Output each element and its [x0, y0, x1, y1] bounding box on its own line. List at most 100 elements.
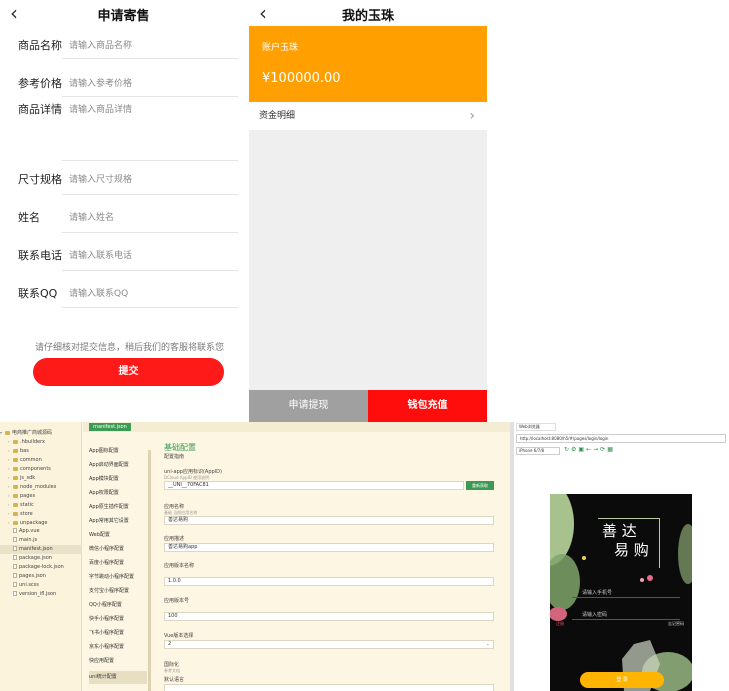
app-desc-input[interactable]: 善达易购app — [164, 543, 494, 552]
folder-icon — [13, 493, 18, 498]
login-button[interactable]: 登 录 — [580, 672, 664, 688]
form-row-name[interactable]: 姓名 请输入姓名 — [0, 208, 247, 228]
reference-price-input[interactable]: 请输入参考价格 — [69, 74, 132, 94]
tree-item[interactable]: › static — [0, 500, 82, 509]
browser-toolbar: ↻⚙▣←→⟳▦ — [564, 446, 615, 453]
wallet-screen: ‹ 我的玉珠 账户玉珠 ¥100000.00 资金明细 › 申请提现 钱包充值 — [249, 0, 487, 422]
default-locale-label: 默认语言 — [164, 677, 185, 683]
withdraw-button[interactable]: 申请提现 — [249, 390, 368, 422]
tree-item[interactable]: › store — [0, 509, 82, 518]
field-label: 参考价格 — [18, 77, 62, 90]
chevron-down-icon: ⌄ — [485, 641, 490, 647]
browser-tab[interactable]: Web浏览器 — [516, 423, 556, 431]
i18n-doc-link[interactable]: 参考文档 — [164, 668, 180, 674]
phone-input[interactable]: 请输入手机号 — [572, 588, 680, 598]
config-nav-item[interactable]: App启动界面配置 — [89, 459, 147, 472]
product-details-textarea[interactable]: 请输入商品详情 — [69, 100, 132, 120]
login-preview: 善 达 易 购 请输入手机号 请输入密码 注册 忘记密码 登 录 — [550, 494, 692, 691]
tree-item[interactable]: › common — [0, 455, 82, 464]
tree-item[interactable]: › .hbuilderx — [0, 437, 82, 446]
qq-input[interactable]: 请输入联系QQ — [69, 284, 128, 304]
vue-version-label: Vue版本选择 — [164, 633, 194, 639]
config-nav-item[interactable]: App模块配置 — [89, 473, 147, 486]
field-label: 尺寸规格 — [18, 173, 62, 186]
config-nav-item[interactable]: 快应用配置 — [89, 655, 147, 668]
address-bar[interactable]: http://localhost:8080/h5/#/pages/login/l… — [516, 434, 726, 443]
phone-input[interactable]: 请输入联系电话 — [69, 246, 132, 266]
config-nav-item[interactable]: Web配置 — [89, 529, 147, 542]
size-spec-input[interactable]: 请输入尺寸规格 — [69, 170, 132, 190]
password-input[interactable]: 请输入密码 — [572, 610, 680, 620]
vue-version-select[interactable]: 2 ⌄ — [164, 640, 494, 649]
forgot-password-link[interactable]: 忘记密码 — [668, 621, 684, 627]
tab-manifest[interactable]: manifest.json — [89, 423, 131, 431]
screenshot-icon[interactable]: ▣ — [578, 446, 586, 453]
config-nav-item[interactable]: App原生插件配置 — [89, 501, 147, 514]
tree-item-selected[interactable]: manifest.json — [0, 545, 82, 554]
product-name-input[interactable]: 请输入商品名称 — [69, 36, 132, 56]
regenerate-appid-button[interactable]: 重新获取 — [466, 481, 494, 490]
ide-window: ▾ 电商推广商城源码 › .hbuilderx › bas › common › comp… — [0, 422, 510, 691]
config-nav-item[interactable]: QQ小程序配置 — [89, 599, 147, 612]
recharge-button[interactable]: 钱包充值 — [368, 390, 487, 422]
divider — [62, 232, 238, 233]
tree-item[interactable]: App.vue — [0, 527, 82, 536]
rotate-icon[interactable]: ↻ — [564, 446, 571, 453]
fund-detail-row[interactable]: 资金明细 › — [249, 102, 487, 130]
device-select[interactable]: iPhone 6/7/8 — [516, 447, 560, 455]
tree-item[interactable]: › unpackage — [0, 518, 82, 527]
web-browser-panel: Web浏览器 http://localhost:8080/h5/#/pages/… — [514, 422, 729, 691]
form-row-phone[interactable]: 联系电话 请输入联系电话 — [0, 246, 247, 266]
chevron-right-icon: › — [469, 108, 475, 124]
devtools-icon[interactable]: ▦ — [607, 446, 615, 453]
form-row-product-details[interactable]: 商品详情 请输入商品详情 — [0, 100, 247, 120]
tree-item[interactable]: › pages — [0, 491, 82, 500]
name-input[interactable]: 请输入姓名 — [69, 208, 114, 228]
file-icon — [13, 537, 17, 542]
tree-item[interactable]: › node_modules — [0, 482, 82, 491]
config-nav-item[interactable]: App权限配置 — [89, 487, 147, 500]
tree-item[interactable]: › bas — [0, 446, 82, 455]
config-nav-item[interactable]: App常用其它设置 — [89, 515, 147, 528]
tree-item[interactable]: package-lock.json — [0, 563, 82, 572]
tree-root[interactable]: ▾ 电商推广商城源码 — [0, 428, 82, 437]
tree-item[interactable]: › js_sdk — [0, 473, 82, 482]
register-link[interactable]: 注册 — [556, 621, 564, 627]
account-balance: ¥100000.00 — [262, 71, 341, 86]
field-label: 联系QQ — [18, 287, 58, 300]
config-nav-item[interactable]: 微信小程序配置 — [89, 543, 147, 556]
divider — [62, 270, 238, 271]
default-locale-select[interactable] — [164, 684, 494, 691]
divider — [62, 160, 238, 161]
config-guide-link[interactable]: 配置指南 — [164, 453, 184, 460]
tree-item[interactable]: uni.scss — [0, 581, 82, 590]
form-row-product-name[interactable]: 商品名称 请输入商品名称 — [0, 36, 247, 56]
config-nav-item[interactable]: 字节跳动小程序配置 — [89, 571, 147, 584]
tree-item[interactable]: › components — [0, 464, 82, 473]
app-name-input[interactable]: 善达易购 — [164, 516, 494, 525]
config-nav-item[interactable]: 百度小程序配置 — [89, 557, 147, 570]
app-name-label: 应用名称 — [164, 504, 185, 510]
version-code-input[interactable]: 100 — [164, 612, 494, 621]
tree-item[interactable]: main.js — [0, 536, 82, 545]
panel-splitter[interactable] — [148, 450, 151, 691]
submit-button[interactable]: 提交 — [33, 358, 224, 386]
config-nav-item-active[interactable]: uni统计配置 — [89, 671, 147, 684]
appid-input[interactable]: __UNI__70FAC81 — [164, 481, 464, 490]
tree-item[interactable]: pages.json — [0, 572, 82, 581]
submit-notice: 请仔细核对提交信息，稍后我们的客服将联系您 — [34, 343, 224, 353]
folder-icon — [13, 439, 18, 444]
form-row-size-spec[interactable]: 尺寸规格 请输入尺寸规格 — [0, 170, 247, 190]
tree-item[interactable]: version_ifl.json — [0, 590, 82, 599]
version-name-input[interactable]: 1.0.0 — [164, 577, 494, 586]
config-nav-item[interactable]: App图标配置 — [89, 445, 147, 458]
i18n-label: 国际化 — [164, 662, 180, 668]
account-label: 账户玉珠 — [262, 43, 299, 53]
config-nav-item[interactable]: 支付宝小程序配置 — [89, 585, 147, 598]
config-nav-item[interactable]: 京东小程序配置 — [89, 641, 147, 654]
tree-item[interactable]: package.json — [0, 554, 82, 563]
form-row-qq[interactable]: 联系QQ 请输入联系QQ — [0, 284, 247, 304]
form-row-reference-price[interactable]: 参考价格 请输入参考价格 — [0, 74, 247, 94]
config-nav-item[interactable]: 快手小程序配置 — [89, 613, 147, 626]
config-nav-item[interactable]: 飞书小程序配置 — [89, 627, 147, 640]
